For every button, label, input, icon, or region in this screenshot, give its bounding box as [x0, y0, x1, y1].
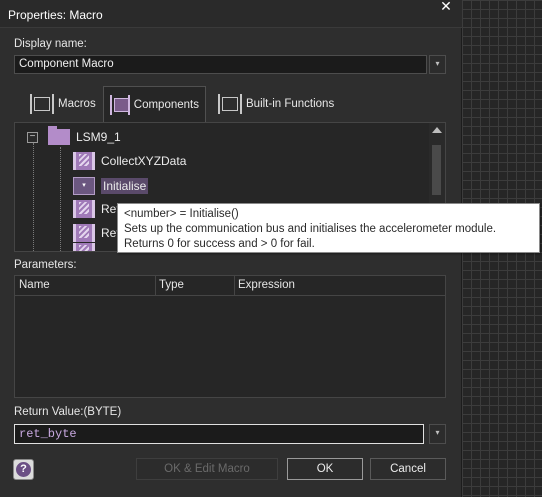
tab-macros[interactable]: Macros — [24, 86, 102, 122]
ok-edit-macro-button[interactable]: OK & Edit Macro — [136, 458, 278, 480]
close-icon[interactable]: ✕ — [438, 0, 454, 14]
tree-connector — [60, 147, 61, 251]
return-value-field[interactable]: ret_byte — [14, 424, 424, 444]
parameters-table[interactable]: Name Type Expression — [14, 275, 446, 398]
parameters-label: Parameters: — [14, 259, 77, 271]
window-title: Properties: Macro — [8, 8, 103, 22]
tree-item-collectxyzdata[interactable]: CollectXYZData — [73, 150, 186, 172]
column-divider[interactable] — [155, 276, 156, 296]
tree-item-ret-1[interactable]: Ret — [73, 198, 120, 220]
builtin-function-icon — [218, 93, 242, 115]
macro-icon — [73, 224, 95, 242]
scrollbar-thumb[interactable] — [432, 145, 441, 195]
column-divider[interactable] — [234, 276, 235, 296]
chevron-down-icon: ▾ — [435, 428, 440, 437]
tree-item-label: CollectXYZData — [101, 154, 187, 168]
display-name-value: Component Macro — [19, 58, 114, 70]
tree-item-label: Initialise — [101, 178, 149, 194]
parameters-table-header: Name Type Expression — [15, 276, 445, 296]
tab-components[interactable]: Components — [103, 86, 206, 122]
tree-connector — [33, 143, 34, 251]
collapse-icon[interactable]: − — [27, 132, 38, 143]
chevron-down-icon: ▾ — [435, 59, 440, 68]
folder-icon — [48, 126, 70, 145]
tab-builtin-functions-label: Built-in Functions — [246, 98, 335, 110]
component-icon — [110, 94, 130, 116]
column-header-expression[interactable]: Expression — [238, 279, 295, 291]
title-bar: Properties: Macro ✕ — [0, 0, 462, 28]
tab-builtin-functions[interactable]: Built-in Functions — [212, 86, 340, 122]
scroll-up-icon[interactable] — [432, 127, 442, 133]
column-header-type[interactable]: Type — [159, 279, 184, 291]
macro-icon — [30, 93, 54, 115]
tooltip-return-info: Returns 0 for success and > 0 for fail. — [124, 238, 315, 250]
tab-strip: Macros Components Built-in Functions — [14, 86, 446, 122]
column-header-name[interactable]: Name — [19, 279, 50, 291]
tab-macros-label: Macros — [58, 98, 96, 110]
help-button[interactable]: ? — [13, 459, 34, 480]
macro-icon — [73, 152, 95, 170]
cancel-button[interactable]: Cancel — [370, 458, 446, 480]
help-icon: ? — [16, 462, 31, 477]
return-value-label: Return Value:(BYTE) — [14, 406, 122, 418]
dropdown-icon: ▾ — [73, 177, 95, 195]
display-name-label: Display name: — [14, 38, 87, 50]
macro-icon — [73, 200, 95, 218]
tree-item-partial[interactable] — [73, 241, 101, 251]
tooltip: <number> = Initialise() Sets up the comm… — [117, 203, 540, 253]
macro-icon — [73, 243, 95, 251]
display-name-dropdown-button[interactable]: ▾ — [429, 55, 446, 74]
tree-root-lsm9[interactable]: LSM9_1 — [48, 126, 121, 148]
tree-root-label: LSM9_1 — [76, 130, 121, 144]
tree-item-initialise[interactable]: ▾ Initialise — [73, 175, 149, 197]
ok-button[interactable]: OK — [287, 458, 363, 480]
tooltip-description: Sets up the communication bus and initia… — [124, 223, 497, 235]
tab-components-label: Components — [133, 98, 199, 111]
tooltip-signature: <number> = Initialise() — [124, 208, 239, 220]
return-value-dropdown-button[interactable]: ▾ — [429, 424, 446, 444]
display-name-field[interactable]: Component Macro — [14, 55, 427, 74]
